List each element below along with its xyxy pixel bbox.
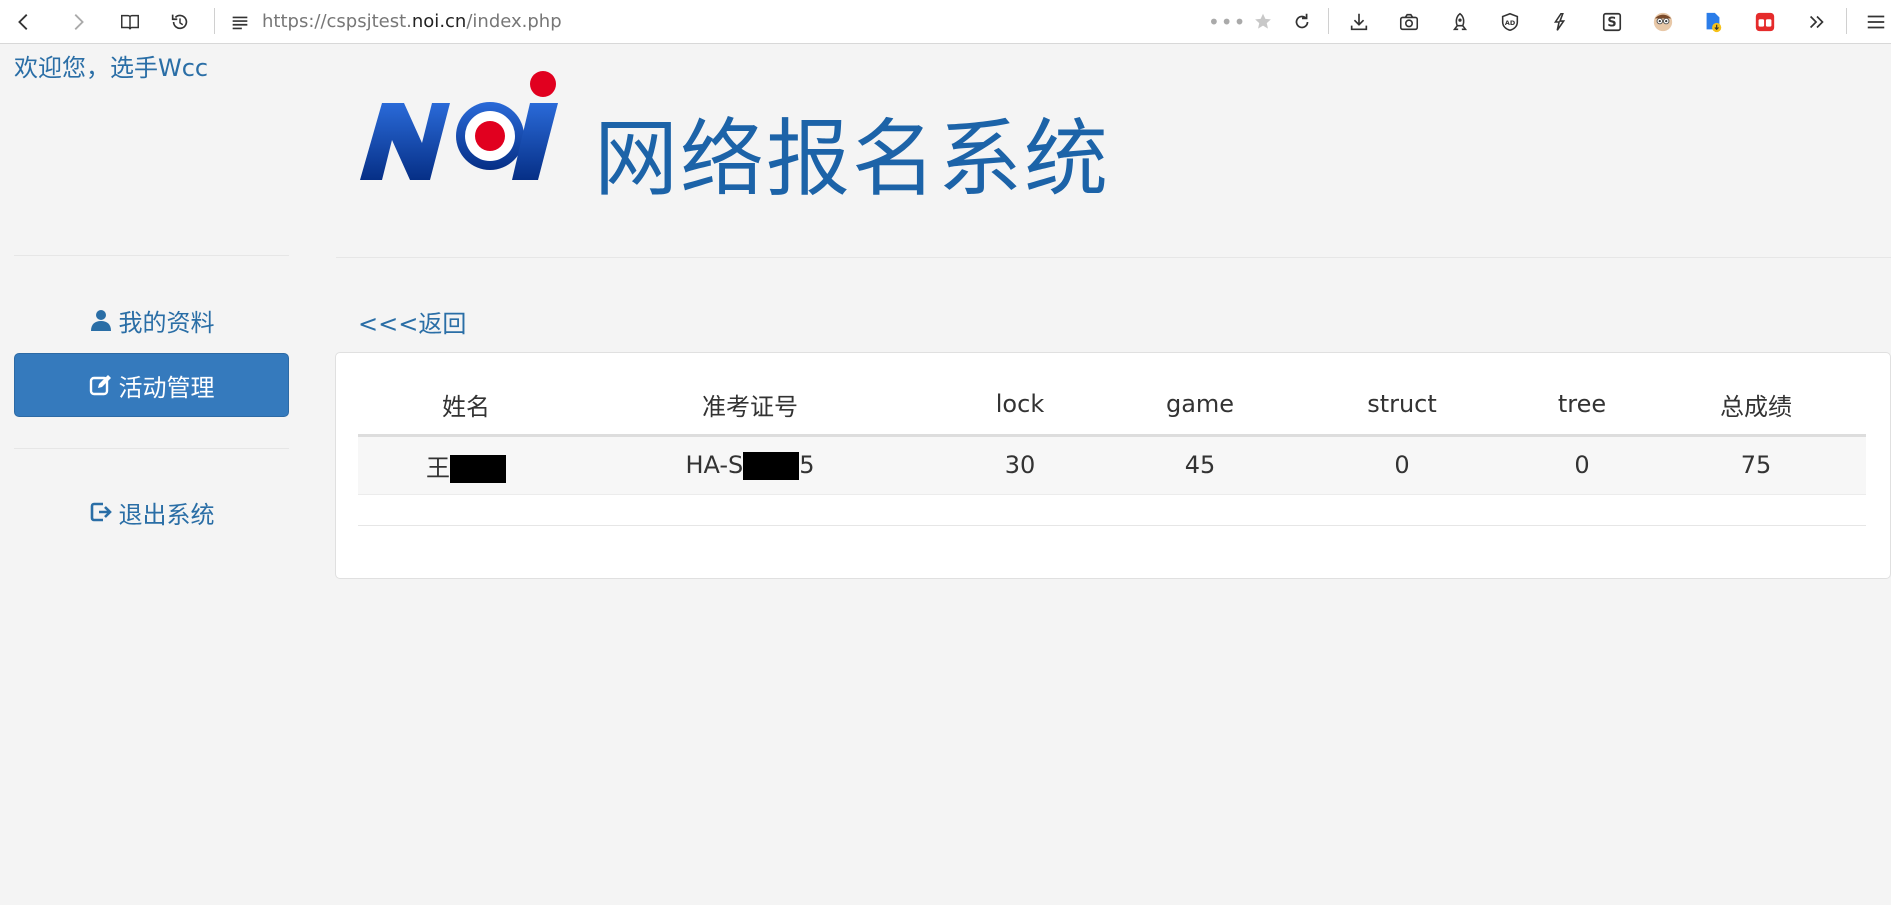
- browser-toolbar: https://cspsjtest.noi.cn/index.php ••• A…: [0, 0, 1891, 44]
- extension-icon[interactable]: [1546, 8, 1574, 36]
- cell-tree: 0: [1518, 435, 1646, 495]
- header-total: 总成绩: [1646, 375, 1866, 437]
- logout-icon: [90, 502, 112, 522]
- results-panel: 姓名 准考证号 lock game struct tree 总成绩 王 HA-S…: [335, 352, 1891, 579]
- header-exam-number: 准考证号: [574, 375, 926, 437]
- bookmark-star-icon[interactable]: [1249, 8, 1277, 36]
- adblock-icon[interactable]: AD: [1496, 8, 1524, 36]
- rocket-icon[interactable]: [1446, 8, 1474, 36]
- back-link[interactable]: <<<返回: [358, 304, 466, 339]
- nav-my-profile[interactable]: 我的资料: [14, 288, 289, 352]
- nav-activity-management-label: 活动管理: [118, 373, 215, 402]
- page-menu-icon[interactable]: [226, 8, 254, 36]
- site-title: 网络报名系统: [594, 110, 1111, 208]
- nav-my-profile-label: 我的资料: [118, 308, 215, 337]
- download-icon[interactable]: [1345, 8, 1373, 36]
- divider: [14, 448, 289, 449]
- cell-lock: 30: [926, 435, 1114, 495]
- file-icon[interactable]: [1699, 8, 1727, 36]
- redaction-bar: [450, 454, 506, 483]
- toolbar-separator: [214, 8, 215, 34]
- nav-logout[interactable]: 退出系统: [14, 480, 289, 544]
- menu-icon[interactable]: [1862, 8, 1890, 36]
- header-lock: lock: [926, 375, 1114, 437]
- forward-icon[interactable]: [64, 8, 92, 36]
- table-header-row: 姓名 准考证号 lock game struct tree 总成绩: [358, 375, 1866, 437]
- cell-name: 王: [358, 435, 574, 495]
- cell-struct: 0: [1286, 435, 1518, 495]
- divider: [336, 257, 1891, 258]
- header-struct: struct: [1286, 375, 1518, 437]
- page-actions-icon[interactable]: •••: [1208, 10, 1246, 34]
- reader-icon[interactable]: [116, 8, 144, 36]
- toolbar-separator: [1328, 8, 1329, 34]
- overflow-icon[interactable]: [1803, 8, 1831, 36]
- name-visible: 王: [426, 453, 450, 482]
- s-icon[interactable]: S: [1598, 8, 1626, 36]
- divider: [358, 525, 1866, 526]
- header-tree: tree: [1518, 375, 1646, 437]
- camera-icon[interactable]: [1395, 8, 1423, 36]
- table-row: 王 HA-S 5 30 45 0 0 75: [358, 435, 1866, 495]
- reload-icon[interactable]: [1288, 8, 1316, 36]
- app-icon[interactable]: [1751, 8, 1779, 36]
- edit-icon: [89, 375, 111, 396]
- user-icon: [90, 310, 111, 331]
- svg-text:AD: AD: [1505, 19, 1515, 27]
- back-icon[interactable]: [10, 8, 38, 36]
- avatar-icon[interactable]: [1649, 8, 1677, 36]
- exam-prefix: HA-S: [685, 450, 744, 479]
- noi-logo: [360, 71, 558, 180]
- nav-logout-label: 退出系统: [118, 500, 215, 529]
- cell-exam-number: HA-S 5: [574, 435, 926, 495]
- cell-game: 45: [1114, 435, 1286, 495]
- header-game: game: [1114, 375, 1286, 437]
- nav-activity-management[interactable]: 活动管理: [14, 353, 289, 417]
- exam-suffix: 5: [799, 450, 815, 479]
- cell-total: 75: [1646, 435, 1866, 495]
- results-table: 姓名 准考证号 lock game struct tree 总成绩 王 HA-S…: [358, 375, 1866, 495]
- svg-text:S: S: [1607, 16, 1616, 31]
- history-icon[interactable]: [166, 8, 194, 36]
- redaction-bar: [743, 451, 800, 480]
- welcome-text: 欢迎您，选手Wcc: [14, 54, 209, 82]
- toolbar-separator: [1846, 8, 1847, 34]
- header-name: 姓名: [358, 375, 574, 437]
- address-bar[interactable]: https://cspsjtest.noi.cn/index.php: [262, 11, 562, 32]
- divider: [14, 255, 289, 256]
